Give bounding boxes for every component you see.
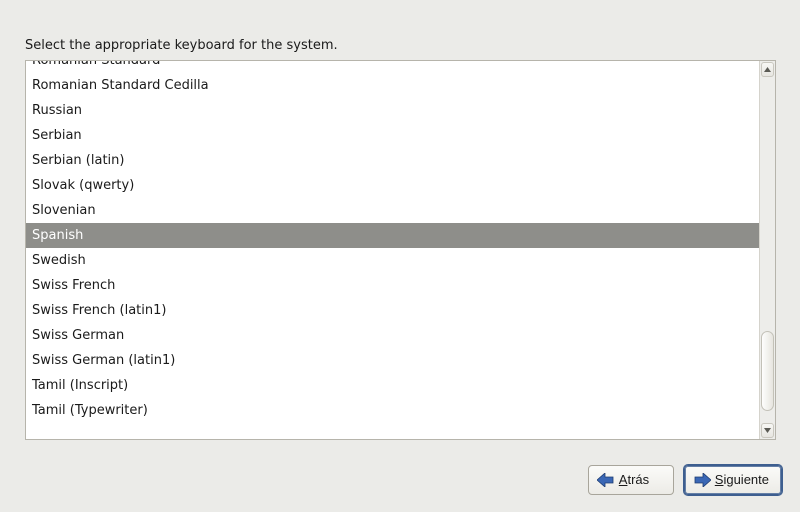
listbox-viewport: Romanian StandardRomanian Standard Cedil…	[26, 61, 759, 439]
list-item[interactable]: Slovak (qwerty)	[26, 173, 759, 198]
chevron-down-icon	[764, 428, 771, 433]
list-item[interactable]: Romanian Standard Cedilla	[26, 73, 759, 98]
list-item[interactable]: Serbian (latin)	[26, 148, 759, 173]
list-item[interactable]: Spanish	[26, 223, 759, 248]
instruction-text: Select the appropriate keyboard for the …	[25, 38, 338, 53]
scrollbar-thumb[interactable]	[761, 331, 774, 411]
list-item[interactable]: Swiss German (latin1)	[26, 348, 759, 373]
scrollbar[interactable]	[759, 61, 775, 439]
back-button[interactable]: Atrás	[588, 465, 674, 495]
back-button-label: Atrás	[619, 472, 649, 487]
arrow-right-icon	[693, 473, 711, 487]
list-item[interactable]: Serbian	[26, 123, 759, 148]
keyboard-listbox[interactable]: Romanian StandardRomanian Standard Cedil…	[25, 60, 776, 440]
wizard-footer: Atrás Siguiente	[0, 457, 800, 502]
list-item[interactable]: Swedish	[26, 248, 759, 273]
list-item[interactable]: Slovenian	[26, 198, 759, 223]
scroll-down-button[interactable]	[761, 423, 774, 438]
arrow-left-icon	[597, 473, 615, 487]
next-button[interactable]: Siguiente	[684, 465, 782, 495]
scrollbar-track[interactable]	[761, 79, 774, 421]
scroll-up-button[interactable]	[761, 62, 774, 77]
list-item[interactable]: Tamil (Inscript)	[26, 373, 759, 398]
list-item[interactable]: Russian	[26, 98, 759, 123]
list-item[interactable]: Romanian Standard	[26, 61, 759, 73]
installer-keyboard-step: Select the appropriate keyboard for the …	[0, 0, 800, 512]
list-item[interactable]: Swiss German	[26, 323, 759, 348]
list-item[interactable]: Tamil (Typewriter)	[26, 398, 759, 423]
chevron-up-icon	[764, 67, 771, 72]
list-item[interactable]: Swiss French (latin1)	[26, 298, 759, 323]
next-button-label: Siguiente	[715, 472, 769, 487]
list-item[interactable]: Swiss French	[26, 273, 759, 298]
